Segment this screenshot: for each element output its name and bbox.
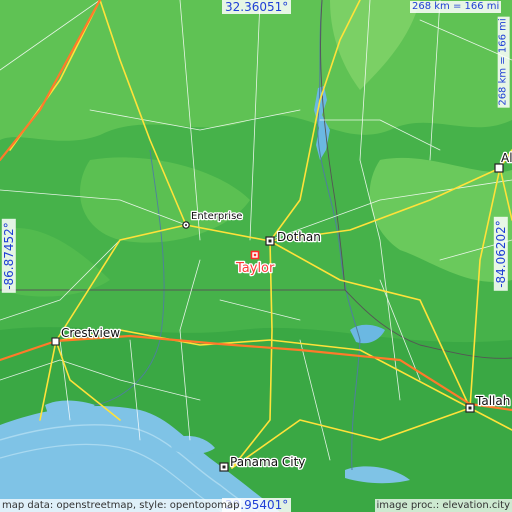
target-city-label: Taylor	[235, 261, 275, 276]
map-attribution: map data: openstreetmap, style: opentopo…	[0, 499, 242, 512]
topographic-map: Enterprise Dothan Crestview Panama City …	[0, 0, 512, 512]
west-longitude-label: -86.87452°	[1, 219, 16, 293]
city-crestview-label: Crestview	[61, 326, 120, 340]
city-dothan-label: Dothan	[277, 230, 321, 244]
east-longitude-label: -84.06202°	[493, 217, 508, 291]
vertical-scale-label: 268 km = 166 mi	[497, 16, 510, 108]
north-latitude-label: 32.36051°	[222, 0, 292, 14]
city-panama-city: Panama City	[219, 454, 307, 472]
image-attribution: image proc.: elevation.city	[374, 499, 512, 512]
city-crestview-marker	[51, 337, 60, 346]
horizontal-scale-label: 268 km = 166 mi	[410, 1, 502, 13]
city-panama-city-label: Panama City	[230, 455, 305, 469]
city-albany-label: Alb	[501, 151, 512, 165]
city-tallahassee-label: Tallah	[475, 394, 510, 408]
city-albany-marker	[494, 163, 504, 173]
city-enterprise-label: Enterprise	[191, 211, 242, 222]
